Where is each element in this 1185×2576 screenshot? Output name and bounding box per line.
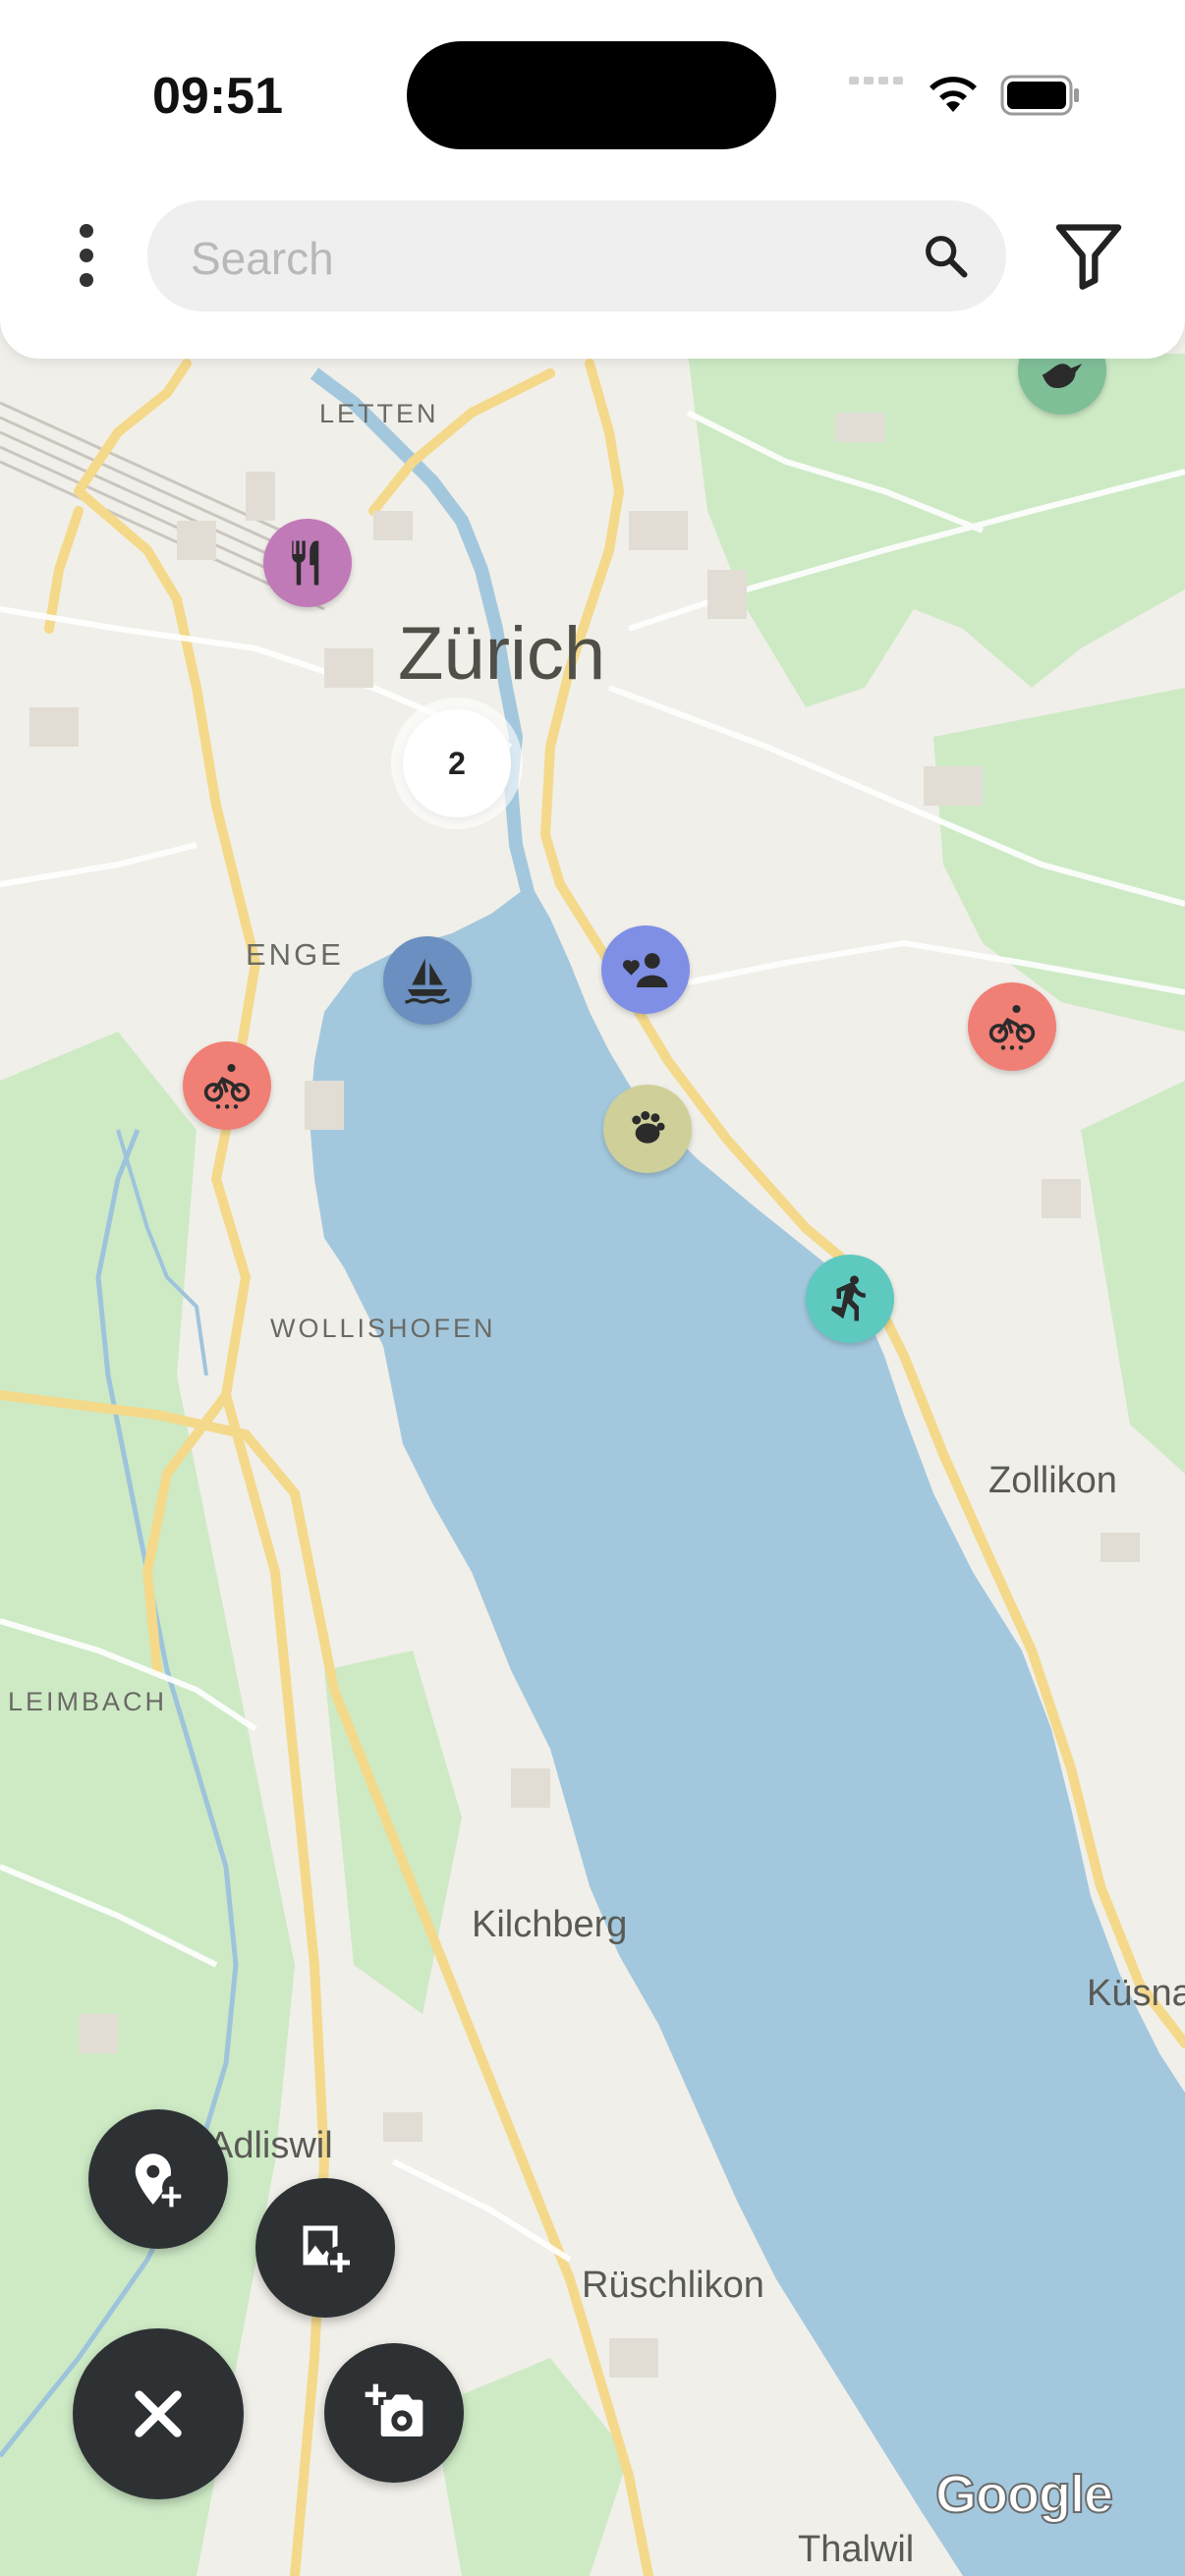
map-label-wollishofen: WOLLISHOFEN bbox=[270, 1314, 496, 1343]
cellular-signal-icon bbox=[849, 77, 903, 84]
add-photo-from-gallery-button[interactable] bbox=[255, 2178, 395, 2318]
pets-icon bbox=[632, 1111, 665, 1144]
search-placeholder: Search bbox=[191, 233, 334, 284]
map-label-letten: LETTEN bbox=[319, 399, 439, 428]
map-label-kilchberg: Kilchberg bbox=[472, 1904, 628, 1945]
status-time: 09:51 bbox=[152, 68, 283, 125]
pets-marker[interactable] bbox=[603, 1085, 692, 1173]
cycling-marker-west[interactable] bbox=[183, 1041, 271, 1130]
bicycle-icon bbox=[203, 1063, 251, 1109]
add-photo-icon bbox=[303, 2225, 350, 2272]
social-marker[interactable] bbox=[601, 925, 690, 1014]
map-label-enge: ENGE bbox=[246, 937, 344, 972]
top-bar: 09:51 Search bbox=[0, 0, 1185, 359]
add-camera-icon bbox=[365, 2383, 423, 2436]
restaurant-marker[interactable] bbox=[263, 519, 352, 607]
close-icon bbox=[135, 2390, 182, 2437]
take-photo-button[interactable] bbox=[324, 2343, 464, 2483]
cycling-marker-east[interactable] bbox=[968, 982, 1056, 1071]
volunteer-person-icon bbox=[622, 953, 668, 987]
battery-icon bbox=[1000, 75, 1079, 116]
map-label-leimbach: LEIMBACH bbox=[8, 1687, 168, 1716]
search-icon[interactable] bbox=[920, 230, 971, 281]
sailboat-icon bbox=[405, 958, 450, 1004]
running-icon bbox=[831, 1275, 866, 1321]
map-label-zurich: Zürich bbox=[398, 612, 606, 696]
google-attribution: Google bbox=[934, 2464, 1114, 2525]
cluster-marker[interactable]: 2 bbox=[403, 709, 511, 817]
close-button[interactable] bbox=[73, 2328, 244, 2499]
dynamic-island bbox=[407, 41, 776, 149]
add-location-icon bbox=[135, 2154, 182, 2208]
map-label-thalwil: Thalwil bbox=[798, 2529, 915, 2570]
map-label-kusnacht: Küsna bbox=[1087, 1973, 1185, 2014]
filter-icon[interactable] bbox=[1051, 218, 1126, 293]
map-label-ruschlikon: Rüschlikon bbox=[582, 2265, 764, 2306]
running-marker[interactable] bbox=[806, 1255, 894, 1343]
map-label-adliswil: Adliswil bbox=[208, 2125, 333, 2166]
cluster-count: 2 bbox=[448, 745, 466, 781]
add-place-button[interactable] bbox=[88, 2109, 228, 2249]
search-bar[interactable]: Search bbox=[147, 200, 1006, 311]
more-menu-button[interactable] bbox=[61, 221, 112, 290]
sailing-marker[interactable] bbox=[383, 936, 472, 1025]
wifi-icon bbox=[930, 77, 977, 112]
map-label-zollikon: Zollikon bbox=[988, 1460, 1117, 1501]
restaurant-icon bbox=[292, 540, 319, 586]
bicycle-icon bbox=[988, 1004, 1036, 1050]
